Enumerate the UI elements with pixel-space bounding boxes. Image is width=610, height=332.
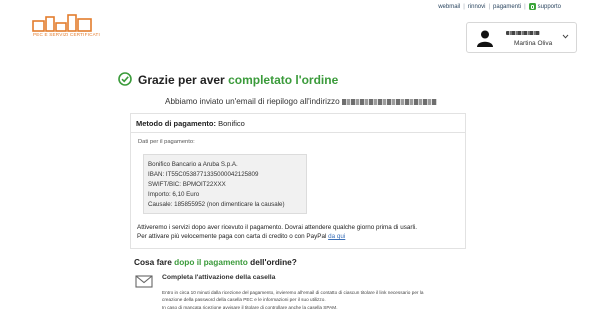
- top-navigation: webmail | rinnovi | pagamenti | supporto: [438, 3, 561, 10]
- nav-rinnovi[interactable]: rinnovi: [468, 4, 486, 10]
- logo-tagline: PEC E SERVIZI CERTIFICATI: [33, 32, 101, 37]
- activation-step-text: Entro in circa 10 minuti dalla ricezione…: [162, 290, 424, 295]
- activation-step-title: Completa l'attivazione della casella: [162, 274, 276, 281]
- payment-method-title: Metodo di pagamento: Bonifico: [136, 119, 245, 128]
- check-circle-icon: [118, 72, 132, 86]
- activation-note: Attiveremo i servizi dopo aver ricevuto …: [137, 224, 417, 231]
- user-menu[interactable]: Martina Oliva: [466, 22, 577, 53]
- user-name: Martina Oliva: [514, 40, 553, 47]
- activation-step-text: In caso di mancata ricezione avvisare il…: [162, 305, 338, 310]
- redacted-email: [341, 98, 437, 105]
- user-avatar-icon: [477, 30, 493, 47]
- bank-line-swift: SWIFT/BIC: BPMOIT22XXX: [148, 181, 226, 188]
- redacted-account-id: [506, 31, 540, 35]
- bank-line-amount: Importo: 6,10 Euro: [148, 191, 200, 198]
- nav-supporto[interactable]: supporto: [528, 3, 561, 10]
- payment-card-header: Metodo di pagamento: Bonifico: [131, 114, 465, 133]
- fast-payment-note: Per attivare più velocemente paga con ca…: [137, 233, 346, 240]
- payment-card: Metodo di pagamento: Bonifico Dati per i…: [130, 113, 466, 249]
- paypal-link[interactable]: da qui: [328, 233, 345, 240]
- next-steps-title: Cosa fare dopo il pagamento dell'ordine?: [134, 257, 297, 267]
- chevron-down-icon[interactable]: [562, 34, 569, 39]
- payment-data-label: Dati per il pagamento:: [138, 139, 195, 145]
- nav-pagamenti[interactable]: pagamenti: [493, 4, 521, 10]
- bank-details-box: Bonifico Bancario a Aruba S.p.A. IBAN: I…: [143, 154, 307, 214]
- aruba-pec-logo[interactable]: [32, 13, 94, 43]
- support-icon: [528, 3, 536, 10]
- activation-step-text: creazione della password della casella P…: [162, 297, 326, 302]
- nav-webmail[interactable]: webmail: [438, 4, 460, 10]
- bank-line-iban: IBAN: IT55C0538771335000042125809: [148, 171, 259, 178]
- email-summary-notice: Abbiamo inviato un'email di riepilogo al…: [165, 97, 437, 106]
- bank-line-beneficiary: Bonifico Bancario a Aruba S.p.A.: [148, 161, 238, 168]
- bank-line-causale: Causale: 185855952 (non dimenticare la c…: [148, 201, 285, 208]
- envelope-icon: [135, 275, 153, 288]
- page-title: Grazie per aver completato l'ordine: [138, 73, 339, 87]
